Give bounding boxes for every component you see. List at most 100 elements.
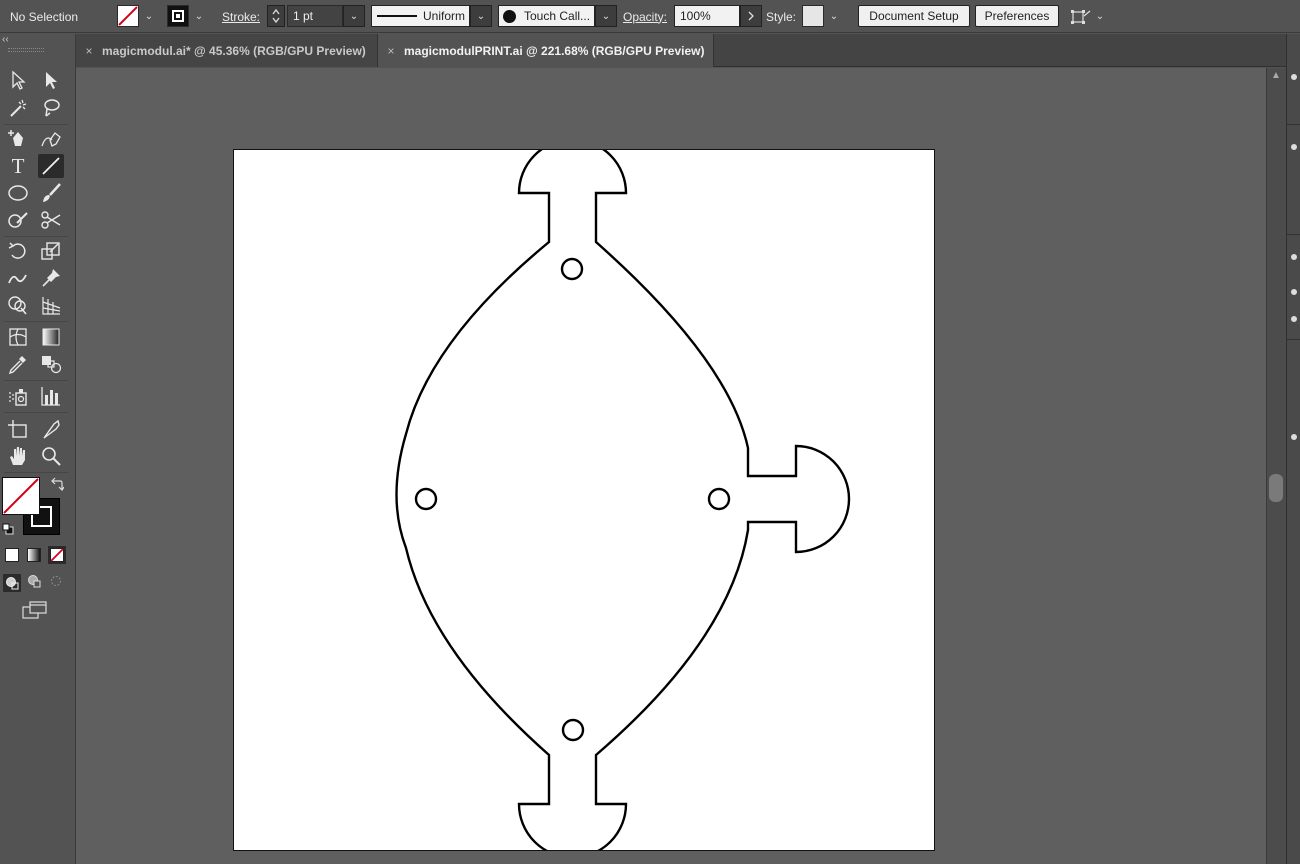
hand-tool[interactable]	[5, 444, 31, 468]
none-mode-button[interactable]	[48, 546, 66, 564]
lasso-tool[interactable]	[38, 96, 64, 120]
brush-dropdown[interactable]: ⌄	[595, 5, 617, 27]
close-tab-icon[interactable]: ×	[378, 44, 404, 58]
puppet-warp-tool[interactable]	[38, 266, 64, 290]
selection-tool[interactable]	[5, 68, 31, 92]
slice-knife-icon	[43, 419, 60, 439]
draw-behind-button[interactable]	[27, 574, 41, 593]
module-outline-path[interactable]	[395, 150, 851, 850]
brush-select[interactable]: Touch Call...	[498, 5, 595, 27]
arrange-dropdown-caret[interactable]: ⌄	[1092, 5, 1108, 27]
magic-wand-tool[interactable]	[5, 96, 31, 120]
collapse-panel-icon[interactable]: ‹‹	[2, 34, 9, 45]
line-segment-tool[interactable]	[38, 154, 64, 178]
symbol-sprayer-icon	[9, 389, 27, 406]
panel-dock-icon[interactable]	[1291, 144, 1297, 150]
scissors-tool[interactable]	[38, 208, 64, 232]
panel-dock-icon[interactable]	[1291, 316, 1297, 322]
stroke-profile-label: Uniform	[423, 9, 466, 23]
fill-color-box[interactable]	[2, 477, 40, 515]
slice-tool[interactable]	[38, 417, 64, 441]
draw-normal-button[interactable]	[3, 574, 21, 592]
preferences-button[interactable]: Preferences	[975, 5, 1059, 27]
curvature-tool[interactable]	[38, 127, 64, 151]
artwork-shape[interactable]	[234, 150, 934, 850]
stroke-weight-dropdown[interactable]: ⌄	[343, 5, 365, 27]
stroke-weight-field[interactable]: 1 pt	[287, 5, 343, 27]
scroll-up-icon[interactable]: ▲	[1271, 70, 1281, 81]
scrollbar-thumb[interactable]	[1269, 474, 1283, 502]
type-tool[interactable]: T	[5, 154, 31, 178]
stroke-label[interactable]: Stroke:	[222, 0, 260, 33]
stroke-profile-preview-icon	[377, 15, 417, 17]
add-anchor-point-tool[interactable]	[5, 127, 31, 151]
dock-separator	[1287, 234, 1300, 235]
dock-separator	[1287, 124, 1300, 125]
tool-divider	[4, 321, 68, 322]
scissors-icon	[41, 211, 61, 229]
rotate-icon	[8, 242, 26, 259]
fill-swatch[interactable]	[117, 5, 139, 27]
direct-selection-tool[interactable]	[38, 68, 64, 92]
shape-builder-icon	[8, 296, 27, 315]
symbol-sprayer-tool[interactable]	[5, 384, 31, 408]
tab-magicmodul[interactable]: × magicmodul.ai* @ 45.36% (RGB/GPU Previ…	[76, 34, 378, 67]
zoom-magnifier-icon	[42, 447, 61, 466]
selection-arrow-icon	[12, 70, 26, 90]
fill-none-slash-icon	[3, 478, 39, 514]
scale-icon	[41, 242, 60, 260]
ellipse-tool[interactable]	[5, 181, 31, 205]
draw-inside-button[interactable]	[49, 574, 63, 593]
blend-tool[interactable]	[38, 352, 64, 376]
paintbrush-tool[interactable]	[38, 181, 64, 205]
color-mode-button[interactable]	[5, 548, 19, 562]
stroke-swatch[interactable]	[167, 5, 189, 27]
opacity-field[interactable]: 100%	[674, 5, 740, 27]
column-graph-tool[interactable]	[38, 384, 64, 408]
lasso-icon	[44, 99, 60, 117]
opacity-arrow[interactable]	[740, 5, 762, 27]
perspective-grid-icon	[42, 297, 61, 315]
panel-grip[interactable]	[8, 48, 44, 52]
fill-dropdown-caret[interactable]: ⌄	[141, 5, 157, 27]
stroke-weight-stepper[interactable]	[267, 5, 285, 27]
shaper-tool[interactable]	[5, 208, 31, 232]
stroke-profile-select[interactable]: Uniform	[371, 5, 470, 27]
default-fill-stroke-icon[interactable]	[2, 522, 14, 540]
eyedropper-tool[interactable]	[5, 352, 31, 376]
zoom-tool[interactable]	[38, 444, 64, 468]
perspective-grid-tool[interactable]	[38, 293, 64, 317]
vertical-scrollbar[interactable]: ▲	[1266, 68, 1286, 864]
stroke-profile-dropdown[interactable]: ⌄	[470, 5, 492, 27]
panel-dock-icon[interactable]	[1291, 254, 1297, 260]
artboard-tool[interactable]	[5, 417, 31, 441]
tool-divider	[4, 412, 68, 413]
right-panel-dock	[1286, 34, 1300, 864]
opacity-label[interactable]: Opacity:	[623, 0, 667, 33]
gradient-tool[interactable]	[38, 325, 64, 349]
artboard-icon	[8, 420, 27, 438]
tab-magicmodulprint[interactable]: × magicmodulPRINT.ai @ 221.68% (RGB/GPU …	[378, 34, 714, 67]
panel-dock-icon[interactable]	[1291, 434, 1297, 440]
shape-builder-tool[interactable]	[5, 293, 31, 317]
arrange-documents-button[interactable]	[1070, 0, 1092, 33]
close-tab-icon[interactable]: ×	[76, 44, 102, 58]
rotate-tool[interactable]	[5, 239, 31, 263]
style-dropdown-caret[interactable]: ⌄	[826, 5, 842, 27]
draw-normal-icon	[6, 577, 19, 590]
artboard[interactable]	[233, 149, 935, 851]
warp-tool[interactable]	[5, 266, 31, 290]
document-setup-button[interactable]: Document Setup	[858, 5, 970, 27]
panel-dock-icon[interactable]	[1291, 289, 1297, 295]
graphic-style-swatch[interactable]	[802, 5, 824, 27]
swap-fill-stroke-icon[interactable]	[50, 477, 65, 496]
tool-divider	[4, 380, 68, 381]
document-canvas[interactable]	[76, 68, 1266, 864]
panel-dock-icon[interactable]	[1291, 74, 1297, 80]
mesh-tool[interactable]	[5, 325, 31, 349]
change-screen-mode-button[interactable]	[22, 600, 48, 625]
gradient-mode-button[interactable]	[27, 548, 41, 562]
scale-tool[interactable]	[38, 239, 64, 263]
type-tool-glyph: T	[11, 153, 25, 178]
stroke-dropdown-caret[interactable]: ⌄	[191, 5, 207, 27]
